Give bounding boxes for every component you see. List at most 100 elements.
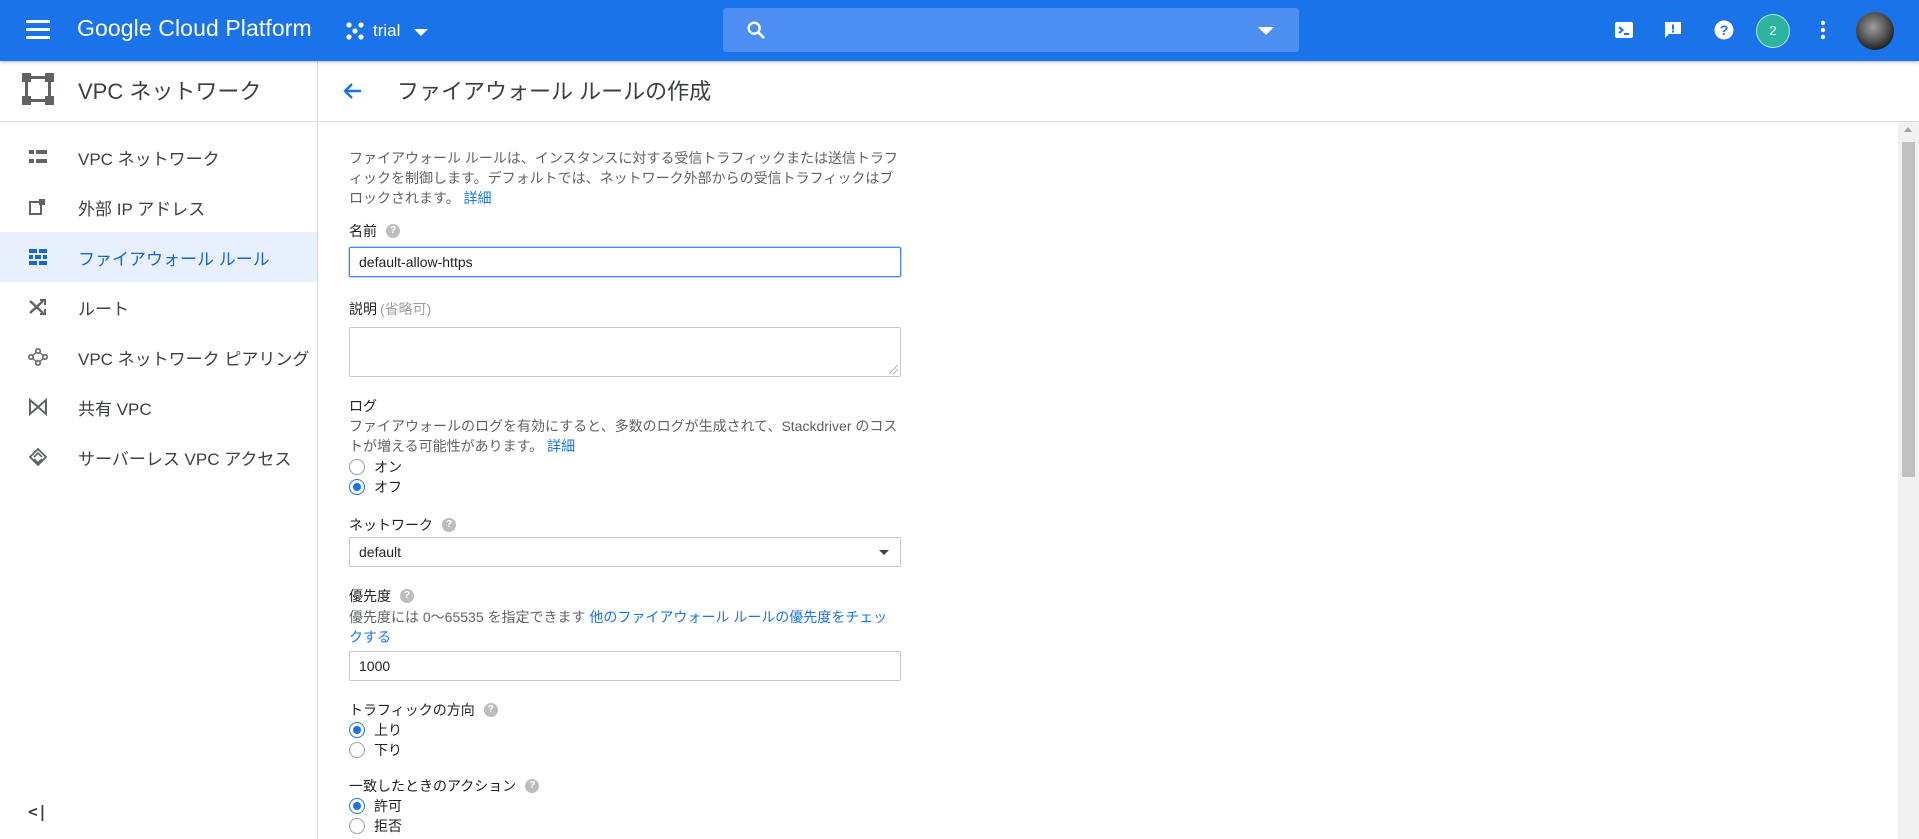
scrollbar-thumb[interactable]	[1902, 142, 1915, 477]
sidebar-item-label: サーバーレス VPC アクセス	[78, 449, 292, 469]
action-radio-group: 許可 拒否	[349, 796, 901, 836]
routes-icon	[29, 299, 46, 315]
notifications-badge[interactable]: 2	[1759, 17, 1787, 45]
product-brand[interactable]: Google Cloud Platform	[77, 15, 312, 42]
radio-label: 上り	[374, 722, 402, 738]
name-help-icon[interactable]: ?	[386, 224, 400, 238]
search-icon	[747, 21, 765, 39]
description-textarea[interactable]	[349, 327, 901, 377]
action-label-row: 一致したときのアクション ?	[349, 776, 901, 796]
logs-help: ファイアウォールのログを有効にすると、多数のログが生成されて、Stackdriv…	[349, 416, 901, 456]
serverless-icon	[28, 448, 48, 466]
sidebar-item-label: ルート	[78, 299, 129, 319]
priority-label: 優先度	[349, 588, 391, 604]
top-bar: Google Cloud Platform trial ? 2	[0, 0, 1919, 61]
firewall-icon	[29, 249, 47, 265]
direction-radio-group: 上り 下り	[349, 720, 901, 760]
logs-off-option[interactable]: オフ	[349, 477, 901, 497]
help-icon[interactable]: ?	[1712, 18, 1736, 42]
intro-description: ファイアウォール ルールは、インスタンスに対する受信トラフィックまたは送信トラフ…	[349, 148, 901, 208]
radio-label: オフ	[374, 479, 402, 495]
external-ip-icon	[29, 199, 45, 215]
priority-field[interactable]: 1000	[349, 651, 901, 681]
radio-button[interactable]	[349, 722, 365, 738]
project-dots-icon	[346, 22, 364, 40]
description-label-row: 説明 (省略可)	[349, 299, 901, 319]
chevron-down-icon	[879, 550, 889, 555]
project-selector[interactable]: trial	[345, 18, 429, 44]
vpc-product-icon	[22, 73, 54, 105]
network-label-row: ネットワーク ?	[349, 515, 901, 535]
logs-help-text: ファイアウォールのログを有効にすると、多数のログが生成されて、Stackdriv…	[349, 418, 898, 454]
sidebar-item-label: VPC ネットワーク	[78, 149, 220, 169]
svg-text:?: ?	[1720, 22, 1729, 38]
hamburger-menu-icon[interactable]	[26, 20, 50, 40]
direction-ingress-option[interactable]: 上り	[349, 720, 901, 740]
logs-learn-more-link[interactable]: 詳細	[547, 438, 575, 454]
chevron-down-icon	[414, 28, 429, 36]
sidebar-item-label: ファイアウォール ルール	[78, 249, 270, 269]
sidebar-header: VPC ネットワーク	[0, 61, 317, 122]
sidebar-item-label: 外部 IP アドレス	[78, 199, 206, 219]
vpc-network-icon	[29, 150, 47, 163]
priority-help-icon[interactable]: ?	[400, 589, 414, 603]
intro-learn-more-link[interactable]: 詳細	[464, 190, 492, 206]
priority-help: 優先度には 0〜65535 を指定できます 他のファイアウォール ルールの優先度…	[349, 607, 901, 647]
search-dropdown-icon[interactable]	[1258, 27, 1274, 35]
radio-label: 拒否	[374, 818, 402, 834]
sidebar-item-label: 共有 VPC	[78, 399, 152, 419]
network-help-icon[interactable]: ?	[442, 518, 456, 532]
radio-button[interactable]	[349, 479, 365, 495]
radio-label: オン	[374, 459, 402, 475]
direction-label-row: トラフィックの方向 ?	[349, 700, 901, 720]
peering-icon	[28, 348, 48, 366]
sidebar-item-label: VPC ネットワーク ピアリング	[78, 349, 310, 369]
feedback-icon[interactable]	[1661, 18, 1685, 42]
action-help-icon[interactable]: ?	[525, 779, 540, 793]
back-arrow-icon[interactable]	[341, 79, 365, 103]
description-label: 説明	[349, 301, 377, 317]
direction-egress-option[interactable]: 下り	[349, 740, 901, 760]
sidebar-item-shared-vpc[interactable]: 共有 VPC	[0, 382, 317, 432]
action-label: 一致したときのアクション	[349, 778, 517, 794]
page-title: ファイアウォール ルールの作成	[397, 79, 712, 104]
action-deny-option[interactable]: 拒否	[349, 816, 901, 836]
radio-button[interactable]	[349, 742, 365, 758]
network-value: default	[359, 544, 402, 560]
name-label: 名前	[349, 223, 377, 239]
network-select[interactable]: default	[349, 537, 901, 567]
sidebar-item-vpc-networks[interactable]: VPC ネットワーク	[0, 132, 317, 182]
scroll-up-icon[interactable]	[1904, 127, 1912, 132]
name-field[interactable]: default-allow-https	[349, 247, 901, 277]
more-vert-icon[interactable]	[1811, 18, 1835, 42]
direction-label: トラフィックの方向	[349, 702, 475, 718]
logs-label-row: ログ	[349, 396, 901, 416]
action-allow-option[interactable]: 許可	[349, 796, 901, 816]
logs-label: ログ	[349, 398, 377, 414]
radio-button[interactable]	[349, 798, 365, 814]
intro-text: ファイアウォール ルールは、インスタンスに対する受信トラフィックまたは送信トラフ…	[349, 150, 899, 206]
avatar[interactable]	[1856, 12, 1894, 50]
scrollbar[interactable]	[1898, 122, 1919, 839]
sidebar-item-firewall-rules[interactable]: ファイアウォール ルール	[0, 232, 317, 282]
search-bar[interactable]	[723, 8, 1299, 52]
firewall-form: ファイアウォール ルールは、インスタンスに対する受信トラフィックまたは送信トラフ…	[349, 148, 901, 836]
sidebar-item-external-ip[interactable]: 外部 IP アドレス	[0, 182, 317, 232]
sidebar-item-routes[interactable]: ルート	[0, 282, 317, 332]
project-name: trial	[373, 21, 401, 40]
radio-button[interactable]	[349, 459, 365, 475]
cloud-shell-icon[interactable]	[1612, 18, 1636, 42]
resize-grip-icon[interactable]	[889, 365, 898, 374]
priority-label-row: 優先度 ?	[349, 586, 901, 606]
direction-help-icon[interactable]: ?	[483, 703, 498, 717]
page-header: ファイアウォール ルールの作成	[319, 61, 1919, 122]
network-label: ネットワーク	[349, 517, 433, 533]
radio-label: 下り	[374, 742, 402, 758]
collapse-sidebar-icon[interactable]: <|	[28, 802, 47, 821]
sidebar-item-vpc-peering[interactable]: VPC ネットワーク ピアリング	[0, 332, 317, 382]
name-label-row: 名前 ?	[349, 221, 901, 241]
radio-button[interactable]	[349, 818, 365, 834]
logs-on-option[interactable]: オン	[349, 457, 901, 477]
sidebar-item-serverless-vpc[interactable]: サーバーレス VPC アクセス	[0, 432, 317, 482]
shared-vpc-icon	[29, 398, 47, 416]
